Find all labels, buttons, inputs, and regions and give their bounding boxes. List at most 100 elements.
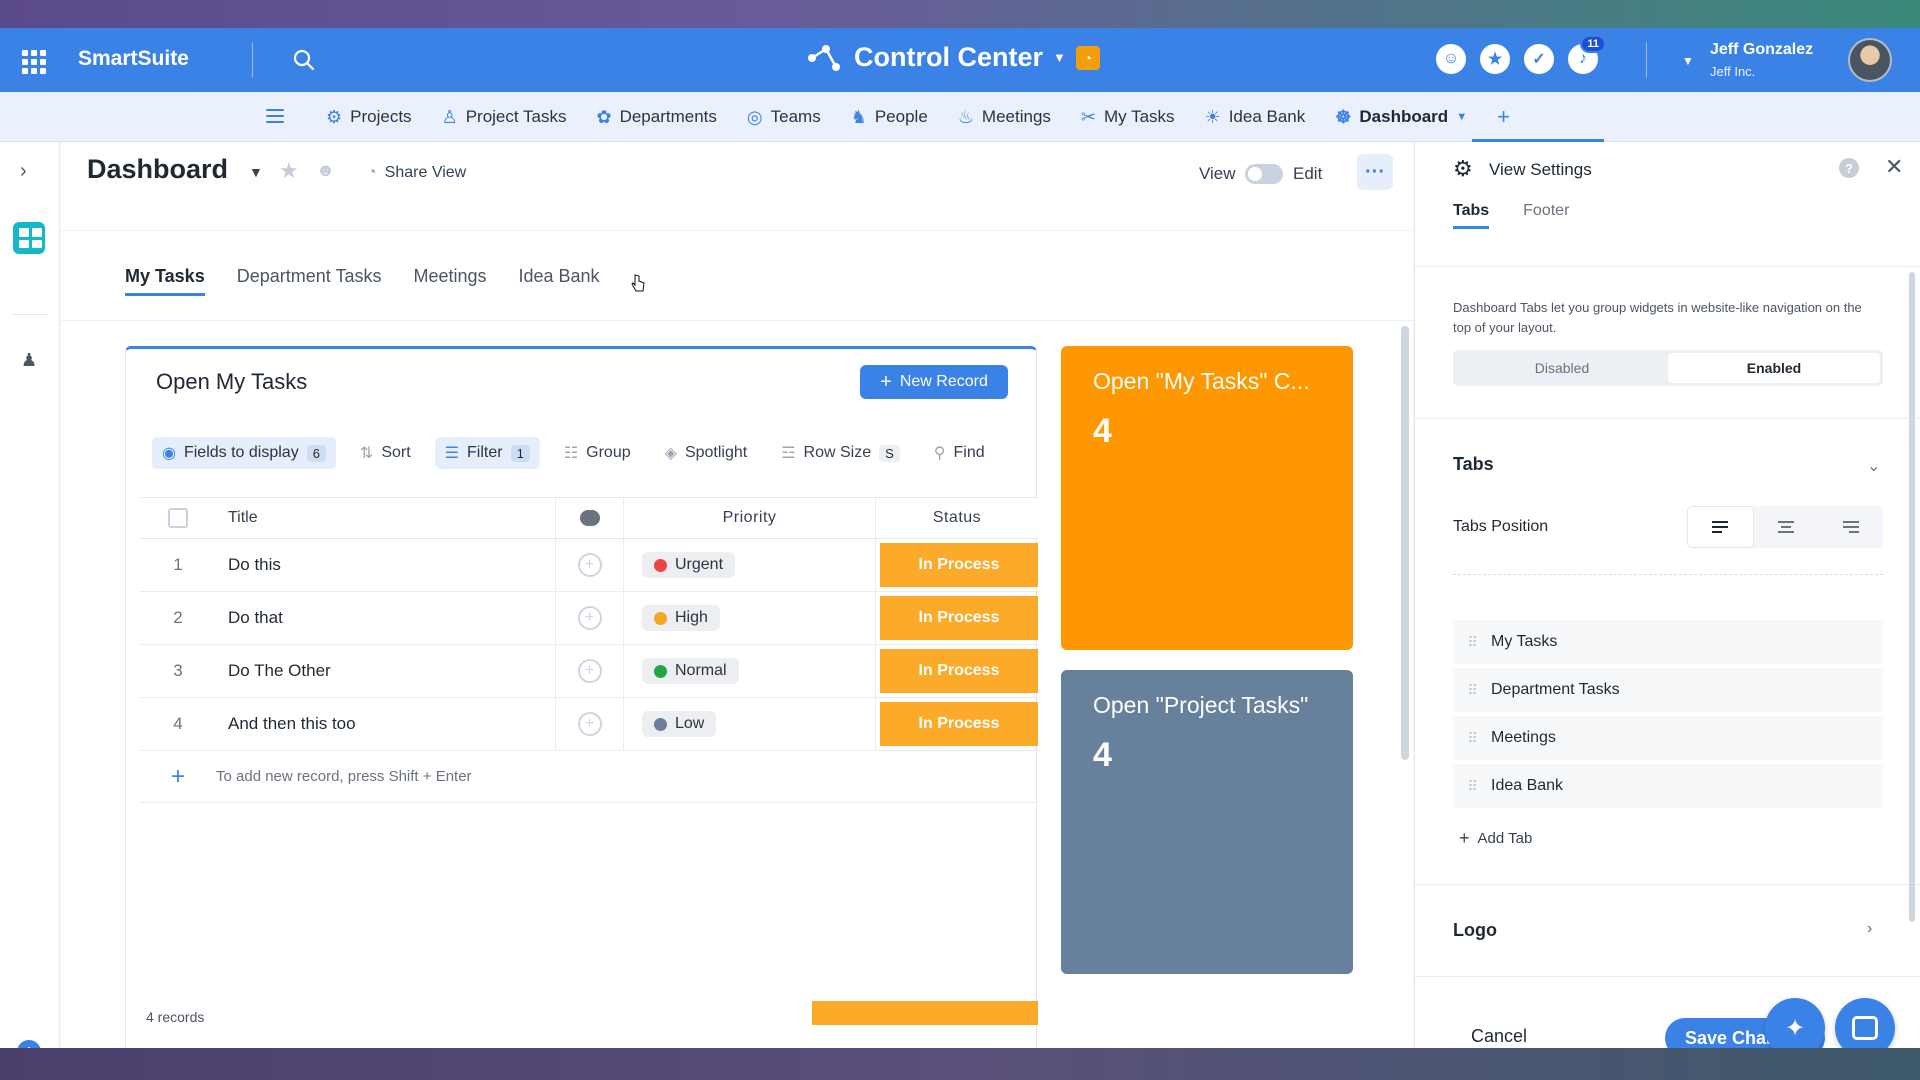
table-row[interactable]: 3 Do The Other + Normal In Process	[140, 645, 1038, 698]
disabled-option[interactable]: Disabled	[1456, 353, 1668, 383]
find-button[interactable]: ⚲ Find	[924, 437, 995, 469]
row-title[interactable]: Do The Other	[216, 645, 556, 697]
metric-card[interactable]: Open "My Tasks" C... 4	[1061, 346, 1353, 650]
add-comment-icon[interactable]: +	[577, 553, 602, 577]
tab-tabs[interactable]: Tabs	[1453, 202, 1490, 229]
align-left-icon[interactable]	[1687, 506, 1754, 548]
row-title[interactable]: Do this	[216, 539, 556, 591]
module-projects[interactable]: ⚙ Projects	[326, 107, 412, 128]
metric-card[interactable]: Open "Project Tasks" 4	[1061, 670, 1353, 974]
more-options-button[interactable]: ···	[1357, 154, 1393, 190]
table-row[interactable]: 1 Do this + Urgent In Process	[140, 539, 1038, 592]
chevron-right-icon[interactable]: ›	[1867, 920, 1872, 938]
row-title[interactable]: Do that	[216, 592, 556, 644]
row-title[interactable]: And then this too	[216, 698, 556, 750]
dashboard-app-icon[interactable]	[13, 222, 45, 254]
rss-icon[interactable]: ◔	[1075, 45, 1100, 70]
list-item[interactable]: ⠿ Meetings	[1453, 716, 1883, 760]
chat-icon[interactable]	[1835, 998, 1895, 1048]
menu-icon[interactable]	[266, 109, 284, 123]
module-departments[interactable]: ✿ Departments	[596, 107, 716, 128]
module-dashboard[interactable]: ☸ Dashboard ▼	[1335, 107, 1475, 128]
table-row[interactable]: 2 Do that + High In Process	[140, 592, 1038, 645]
chevron-down-icon[interactable]: ⌄	[1867, 456, 1880, 476]
add-icon[interactable]: +	[17, 1040, 41, 1048]
tab-idea-bank[interactable]: Idea Bank	[519, 266, 600, 296]
module-project-tasks[interactable]: ♙ Project Tasks	[442, 107, 567, 128]
chevron-down-icon[interactable]: ▼	[1682, 54, 1694, 68]
tab-my-tasks[interactable]: My Tasks	[125, 266, 205, 296]
check-icon[interactable]: ✓	[1524, 44, 1554, 74]
plus-icon[interactable]: +	[140, 763, 216, 791]
table-row[interactable]: 4 And then this too + Low In Process	[140, 698, 1038, 751]
priority-pill[interactable]: Normal	[642, 658, 739, 684]
spotlight-button[interactable]: ◈ Spotlight	[655, 437, 758, 469]
chevron-down-icon[interactable]: ▼	[1456, 111, 1467, 123]
star-icon[interactable]: ★	[279, 158, 299, 184]
panel-scrollbar[interactable]	[1909, 272, 1915, 922]
filter-button[interactable]: ☰ Filter 1	[434, 437, 540, 469]
chevron-down-icon[interactable]: ▼	[249, 164, 263, 180]
status-cell[interactable]: In Process	[880, 702, 1038, 746]
module-idea-bank[interactable]: ☀ Idea Bank	[1205, 107, 1306, 128]
brand-name[interactable]: SmartSuite	[78, 47, 189, 71]
tab-footer[interactable]: Footer	[1523, 202, 1569, 229]
align-center-icon[interactable]	[1754, 506, 1819, 548]
module-meetings[interactable]: ♨ Meetings	[958, 107, 1051, 128]
enabled-option[interactable]: Enabled	[1668, 353, 1880, 383]
priority-pill[interactable]: Low	[642, 711, 717, 737]
fields-to-display-button[interactable]: ◉ Fields to display 6	[152, 437, 336, 469]
sort-button[interactable]: ⇅ Sort	[350, 437, 421, 469]
section-logo-title[interactable]: Logo	[1453, 920, 1497, 941]
list-item[interactable]: ⠿ Idea Bank	[1453, 764, 1883, 808]
people-icon[interactable]: ☻	[316, 160, 335, 181]
view-edit-toggle[interactable]	[1245, 164, 1283, 184]
status-cell[interactable]: In Process	[880, 649, 1038, 693]
drag-handle-icon[interactable]: ⠿	[1453, 778, 1491, 795]
chevron-down-icon[interactable]: ▼	[1053, 50, 1066, 65]
new-record-button[interactable]: + New Record	[860, 365, 1008, 399]
chevron-right-icon[interactable]: ›	[20, 160, 27, 183]
avatar[interactable]	[1848, 38, 1892, 82]
add-tab-button[interactable]: + Add Tab	[1459, 828, 1532, 849]
apps-grid-icon[interactable]	[22, 50, 46, 74]
close-icon[interactable]: ✕	[1885, 154, 1903, 180]
team-icon[interactable]: ☺	[1436, 44, 1466, 74]
search-icon[interactable]	[292, 48, 316, 72]
list-item[interactable]: ⠿ My Tasks	[1453, 620, 1883, 664]
column-title[interactable]: Title	[216, 498, 556, 538]
ai-sparkle-icon[interactable]: ✦	[1765, 998, 1825, 1048]
tab-department-tasks[interactable]: Department Tasks	[237, 266, 382, 296]
add-comment-icon[interactable]: +	[577, 606, 602, 630]
priority-pill[interactable]: High	[642, 605, 720, 631]
module-teams[interactable]: ◎ Teams	[747, 107, 821, 128]
share-view-button[interactable]: ◔ Share View	[367, 164, 466, 182]
module-people[interactable]: ♞ People	[851, 107, 928, 128]
status-cell[interactable]: In Process	[880, 596, 1038, 640]
bell-icon[interactable]: ♪ 11	[1568, 35, 1606, 74]
cancel-button[interactable]: Cancel	[1471, 1026, 1527, 1047]
align-right-icon[interactable]	[1818, 506, 1883, 548]
list-item[interactable]: ⠿ Department Tasks	[1453, 668, 1883, 712]
priority-pill[interactable]: Urgent	[642, 552, 736, 578]
module-my-tasks[interactable]: ✂ My Tasks	[1081, 107, 1175, 128]
add-record-row[interactable]: + To add new record, press Shift + Enter	[140, 751, 1038, 803]
column-status[interactable]: Status	[876, 498, 1038, 538]
row-size-button[interactable]: ☲ Row Size S	[771, 437, 910, 469]
add-comment-icon[interactable]: +	[577, 659, 602, 683]
user-name[interactable]: Jeff Gonzalez	[1710, 41, 1813, 59]
drag-handle-icon[interactable]: ⠿	[1453, 682, 1491, 699]
select-all-checkbox[interactable]	[168, 508, 188, 528]
status-cell[interactable]: In Process	[880, 543, 1038, 587]
tab-meetings[interactable]: Meetings	[413, 266, 486, 296]
help-icon[interactable]: ?	[1839, 158, 1859, 178]
drag-handle-icon[interactable]: ⠿	[1453, 634, 1491, 651]
section-tabs-title[interactable]: Tabs	[1453, 454, 1494, 475]
group-button[interactable]: ☷ Group	[554, 437, 641, 469]
drag-handle-icon[interactable]: ⠿	[1453, 730, 1491, 747]
main-scrollbar[interactable]	[1401, 326, 1409, 760]
add-module-icon[interactable]: +	[1497, 104, 1510, 130]
star-icon[interactable]: ★	[1480, 44, 1510, 74]
person-icon[interactable]: ♟	[21, 350, 37, 371]
solution-switcher[interactable]: Control Center ▼ ◔	[806, 42, 1100, 73]
